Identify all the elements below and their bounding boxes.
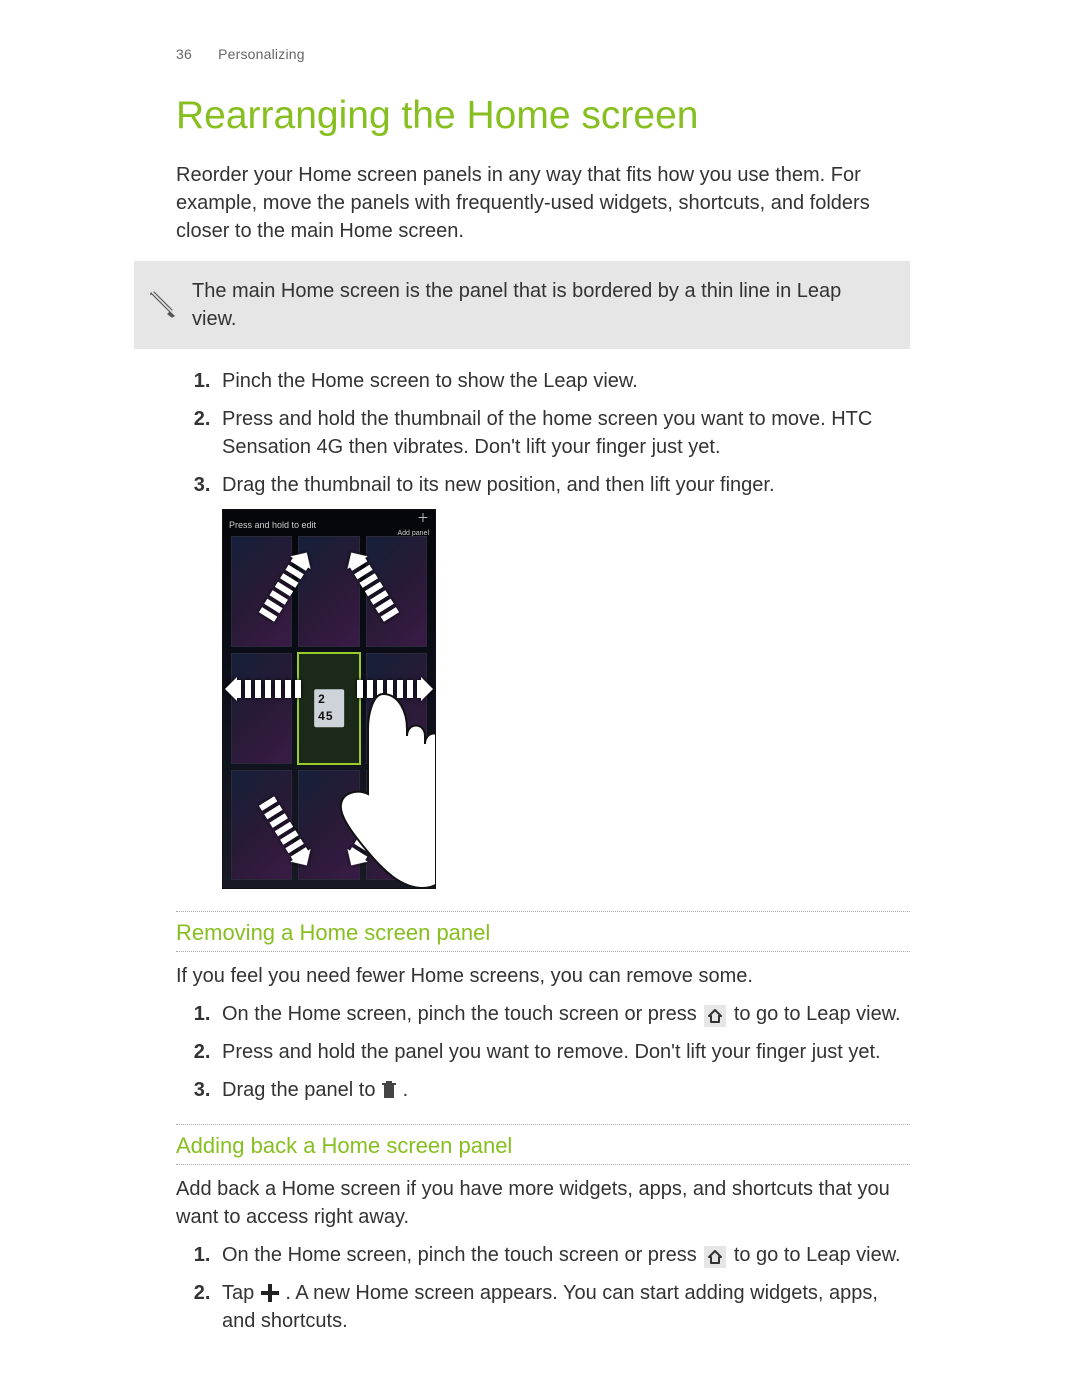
step-item: On the Home screen, pinch the touch scre… (216, 1000, 910, 1028)
finger-icon (313, 684, 436, 889)
page-header: 36 Personalizing (176, 45, 910, 65)
steps-list: Pinch the Home screen to show the Leap v… (176, 367, 910, 889)
step-item: Pinch the Home screen to show the Leap v… (216, 367, 910, 395)
pen-icon (148, 290, 178, 320)
step-text: . (403, 1079, 409, 1101)
intro-paragraph: Reorder your Home screen panels in any w… (176, 161, 910, 245)
removing-steps: On the Home screen, pinch the touch scre… (176, 1000, 910, 1104)
adding-steps: On the Home screen, pinch the touch scre… (176, 1241, 910, 1335)
step-item: Press and hold the panel you want to rem… (216, 1038, 910, 1066)
note-text: The main Home screen is the panel that i… (192, 277, 890, 333)
step-item: Press and hold the thumbnail of the home… (216, 405, 910, 461)
step-text: Drag the thumbnail to its new position, … (222, 474, 775, 496)
figure-topbar-label: Press and hold to edit (229, 519, 316, 532)
step-text: On the Home screen, pinch the touch scre… (222, 1244, 702, 1266)
plus-icon (260, 1283, 280, 1303)
removing-intro: If you feel you need fewer Home screens,… (176, 962, 910, 990)
divider (176, 1164, 910, 1165)
step-text: Drag the panel to (222, 1079, 381, 1101)
step-text: to go to Leap view. (734, 1003, 901, 1025)
step-item: On the Home screen, pinch the touch scre… (216, 1241, 910, 1269)
step-text: Tap (222, 1282, 260, 1304)
subsection-heading-removing: Removing a Home screen panel (176, 918, 910, 949)
leap-view-figure: Press and hold to edit ＋ Add panel 2 45 (222, 509, 910, 889)
manual-page: 36 Personalizing Rearranging the Home sc… (0, 0, 1080, 1397)
page-title: Rearranging the Home screen (176, 93, 910, 140)
step-item: Tap . A new Home screen appears. You can… (216, 1279, 910, 1335)
removing-block: If you feel you need fewer Home screens,… (176, 962, 910, 1104)
page-number: 36 (176, 46, 192, 62)
figure-plus-icon: ＋ (417, 511, 429, 525)
step-item: Drag the panel to . (216, 1076, 910, 1104)
subsection-heading-adding: Adding back a Home screen panel (176, 1131, 910, 1162)
step-text: to go to Leap view. (734, 1244, 901, 1266)
divider (176, 1124, 910, 1125)
step-text: On the Home screen, pinch the touch scre… (222, 1003, 702, 1025)
section-name: Personalizing (218, 46, 305, 62)
home-icon (704, 1005, 726, 1027)
note-callout: The main Home screen is the panel that i… (134, 261, 910, 349)
step-item: Drag the thumbnail to its new position, … (216, 471, 910, 889)
adding-intro: Add back a Home screen if you have more … (176, 1175, 910, 1231)
divider (176, 951, 910, 952)
step-text: . A new Home screen appears. You can sta… (222, 1282, 878, 1332)
arrow-icon (235, 680, 301, 698)
adding-block: Add back a Home screen if you have more … (176, 1175, 910, 1335)
divider (176, 911, 910, 912)
home-icon (704, 1246, 726, 1268)
trash-icon (381, 1080, 397, 1100)
